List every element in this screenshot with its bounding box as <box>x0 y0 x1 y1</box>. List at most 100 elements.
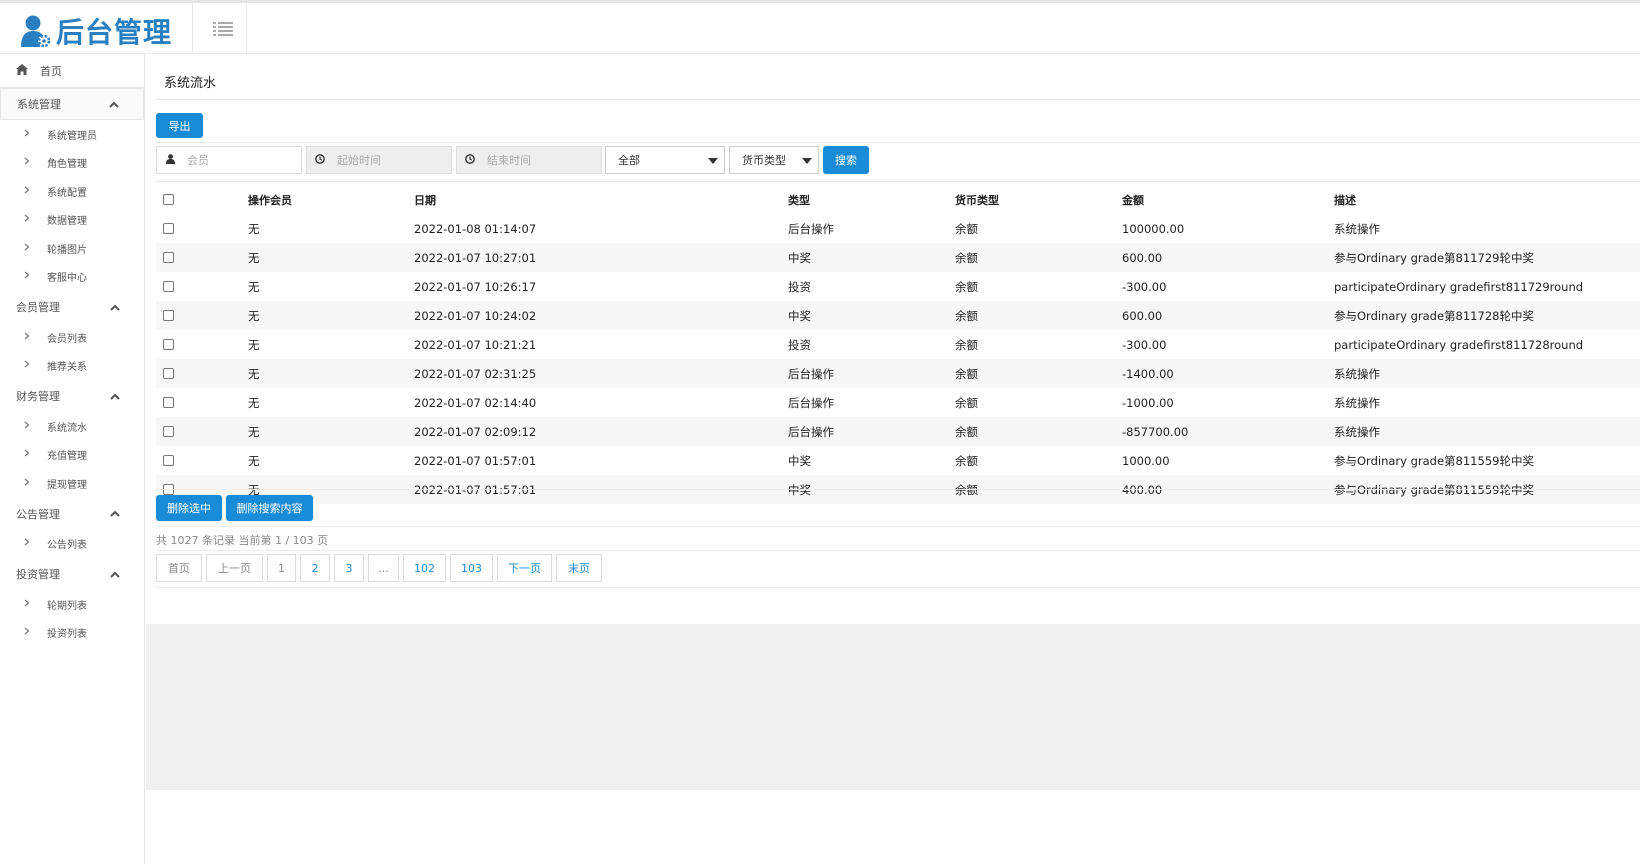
sidebar-group[interactable]: 会员管理 <box>0 291 144 323</box>
page-button-3[interactable]: 3 <box>334 554 364 582</box>
chevron-right-icon <box>24 243 30 254</box>
chevron-right-icon <box>24 538 30 549</box>
end-time-field[interactable]: 结束时间 <box>456 146 602 174</box>
delete-search-results-button[interactable]: 删除搜索内容 <box>226 495 313 521</box>
sidebar-item[interactable]: 系统管理员 <box>0 120 144 149</box>
cell-description: 参与Ordinary grade第811728轮中奖 <box>1334 308 1534 323</box>
table-row: 无 2022-01-07 10:26:17 投资 余额 -300.00 participa… <box>156 272 1640 301</box>
sidebar-item-label: 投资列表 <box>47 629 87 641</box>
sidebar-item-label: 角色管理 <box>47 159 87 171</box>
sidebar-group[interactable]: 财务管理 <box>0 380 144 412</box>
table-row: 无 2022-01-07 10:27:01 中奖 余额 600.00 参与Ordinary… <box>156 243 1640 272</box>
search-button[interactable]: 搜索 <box>823 146 869 174</box>
clock-icon <box>465 153 475 167</box>
first-page-button[interactable]: 首页 <box>156 554 202 582</box>
cell-description: 系统操作 <box>1334 221 1380 236</box>
divider <box>192 3 193 53</box>
sidebar-item[interactable]: 系统配置 <box>0 177 144 206</box>
sidebar-item[interactable]: 轮期列表 <box>0 590 144 619</box>
chevron-right-icon <box>24 449 30 460</box>
row-checkbox[interactable] <box>163 281 174 292</box>
sidebar-item[interactable]: 会员列表 <box>0 323 144 352</box>
row-checkbox[interactable] <box>163 397 174 408</box>
cell-currency: 余额 <box>955 308 978 323</box>
cell-member: 无 <box>248 424 260 439</box>
cell-amount: 600.00 <box>1122 250 1163 265</box>
cell-currency: 余额 <box>955 250 978 265</box>
sidebar-item[interactable]: 角色管理 <box>0 149 144 178</box>
cell-currency: 余额 <box>955 453 978 468</box>
page-button-103[interactable]: 103 <box>450 554 493 582</box>
cell-currency: 余额 <box>955 366 978 381</box>
chevron-right-icon <box>24 478 30 489</box>
cell-date: 2022-01-07 10:26:17 <box>414 279 537 294</box>
sidebar-item[interactable]: 公告列表 <box>0 530 144 559</box>
sidebar-item-label: 推荐关系 <box>47 362 87 374</box>
page-button-2[interactable]: 2 <box>300 554 330 582</box>
cell-description: 系统操作 <box>1334 366 1380 381</box>
page-button-102[interactable]: 102 <box>403 554 446 582</box>
cell-member: 无 <box>248 366 260 381</box>
chevron-up-icon <box>110 390 120 403</box>
row-checkbox[interactable] <box>163 223 174 234</box>
admin-user-icon <box>21 15 51 48</box>
cell-member: 无 <box>248 250 260 265</box>
row-checkbox[interactable] <box>163 426 174 437</box>
member-search-field[interactable]: 会员 <box>156 146 302 174</box>
page-button-1[interactable]: 1 <box>267 554 296 582</box>
sidebar-item[interactable]: 充值管理 <box>0 441 144 470</box>
cell-description: participateOrdinary gradefirst811728roun… <box>1334 337 1584 352</box>
delete-selected-button[interactable]: 删除选中 <box>156 495 222 521</box>
sidebar-item[interactable]: 数据管理 <box>0 206 144 235</box>
sidebar-item-label: 提现管理 <box>47 479 87 491</box>
row-checkbox[interactable] <box>163 339 174 350</box>
member-search-input[interactable]: 会员 <box>187 152 209 168</box>
export-button[interactable]: 导出 <box>156 113 203 138</box>
cell-member: 无 <box>248 453 260 468</box>
chevron-up-icon <box>110 507 120 520</box>
select-all-checkbox[interactable] <box>163 194 174 205</box>
end-time-input[interactable]: 结束时间 <box>487 152 531 168</box>
last-page-button[interactable]: 末页 <box>556 554 602 582</box>
prev-page-button[interactable]: 上一页 <box>206 554 263 582</box>
cell-currency: 余额 <box>955 395 978 410</box>
sidebar-group[interactable]: 投资管理 <box>0 558 144 590</box>
sidebar-item[interactable]: 提现管理 <box>0 469 144 498</box>
row-checkbox[interactable] <box>163 368 174 379</box>
home-icon <box>16 63 28 78</box>
sidebar-item-label: 客服中心 <box>47 273 87 285</box>
sidebar-item-label: 轮播图片 <box>47 244 87 256</box>
start-time-field[interactable]: 起始时间 <box>306 146 452 174</box>
menu-toggle-button[interactable] <box>200 11 246 47</box>
sidebar-item[interactable]: 投资列表 <box>0 619 144 648</box>
cell-amount: -1400.00 <box>1122 366 1174 381</box>
start-time-input[interactable]: 起始时间 <box>337 152 381 168</box>
table-row: 无 2022-01-07 01:57:01 中奖 余额 1000.00 参与Ordinar… <box>156 446 1640 475</box>
next-page-button[interactable]: 下一页 <box>497 554 552 582</box>
row-checkbox[interactable] <box>163 310 174 321</box>
sidebar-item[interactable]: 系统流水 <box>0 412 144 441</box>
sidebar-item[interactable]: 推荐关系 <box>0 352 144 381</box>
type-select[interactable]: 全部 <box>605 146 725 174</box>
cell-member: 无 <box>248 337 260 352</box>
chevron-right-icon <box>24 421 30 432</box>
divider <box>156 142 1640 143</box>
sidebar-item-home[interactable]: 首页 <box>0 54 144 88</box>
chevron-up-icon <box>110 301 120 314</box>
sidebar-group-label: 公告管理 <box>16 507 60 521</box>
row-checkbox[interactable] <box>163 455 174 466</box>
table-row: 无 2022-01-07 10:24:02 中奖 余额 600.00 参与Ordinary… <box>156 301 1640 330</box>
row-checkbox[interactable] <box>163 252 174 263</box>
sidebar-group[interactable]: 公告管理 <box>0 498 144 530</box>
currency-select[interactable]: 货币类型 <box>729 146 819 174</box>
cell-currency: 余额 <box>955 424 978 439</box>
sidebar-item[interactable]: 轮播图片 <box>0 234 144 263</box>
divider <box>156 550 1640 551</box>
sidebar-item[interactable]: 客服中心 <box>0 263 144 292</box>
sidebar-item-label: 会员列表 <box>47 333 87 345</box>
sidebar-group[interactable]: 系统管理 <box>0 88 144 120</box>
content-area: 系统流水 导出 会员 起始时间 结束时间 全部 货币类型 搜索 操作会员 日期 … <box>146 54 1640 790</box>
cell-type: 中奖 <box>788 250 811 265</box>
clock-icon <box>315 153 325 167</box>
sidebar-item-label: 充值管理 <box>47 451 87 463</box>
